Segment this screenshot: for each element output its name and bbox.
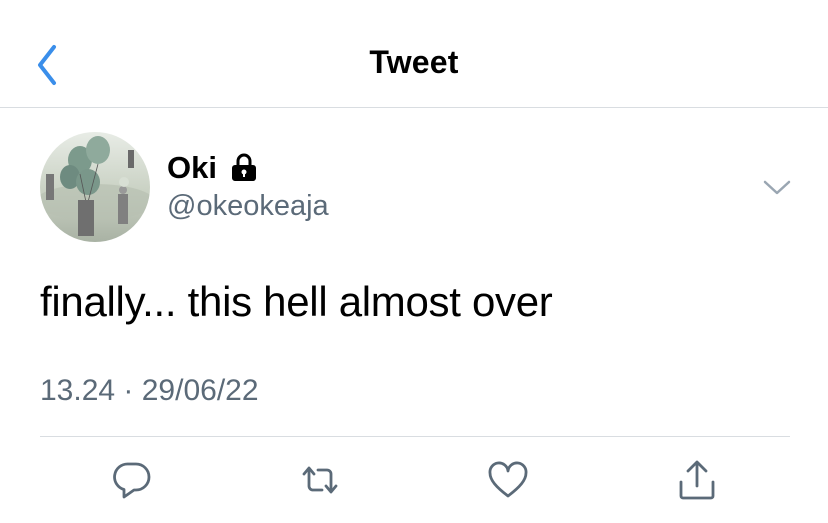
tweet-menu-button[interactable]: [760, 170, 794, 204]
lock-icon: [229, 153, 259, 183]
retweet-button[interactable]: [298, 458, 342, 502]
navigation-bar: Tweet: [0, 0, 828, 108]
page-title: Tweet: [369, 44, 459, 80]
tweet-timestamp: 13.24 · 29/06/22: [40, 374, 259, 408]
timestamp-separator: ·: [115, 374, 142, 407]
tweet-date: 29/06/22: [141, 374, 259, 407]
like-button[interactable]: [486, 458, 530, 502]
chevron-down-icon: [763, 180, 791, 195]
like-icon: [488, 461, 528, 498]
reply-button[interactable]: [110, 458, 154, 502]
reply-icon: [113, 462, 151, 499]
divider: [40, 436, 790, 437]
author-handle[interactable]: @okeokeaja: [167, 190, 329, 223]
share-icon: [679, 460, 715, 500]
author-display-name[interactable]: Oki: [167, 150, 217, 186]
author-name-row: Oki: [167, 148, 259, 188]
tweet-time: 13.24: [40, 374, 116, 407]
tweet-text: finally... this hell almost over: [40, 278, 553, 325]
share-button[interactable]: [675, 458, 719, 502]
avatar[interactable]: [40, 132, 150, 242]
retweet-icon: [302, 466, 338, 494]
